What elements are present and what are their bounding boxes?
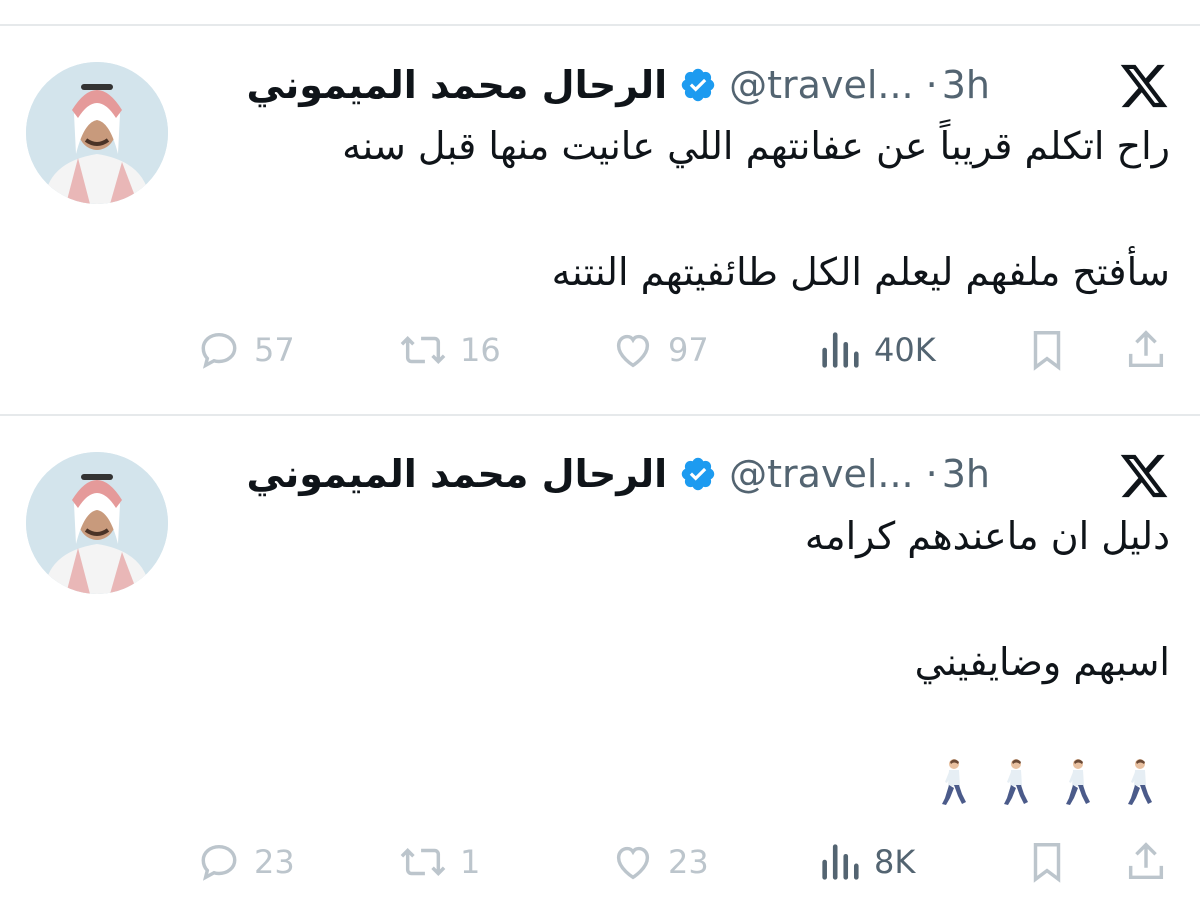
verified-badge-icon — [681, 457, 715, 491]
bookmark-icon — [1033, 843, 1061, 883]
reply-icon — [201, 844, 237, 881]
views-bar-chart-icon — [822, 844, 859, 880]
emoji-row — [936, 758, 1156, 808]
tweet-header: الرحال محمد الميموني @travel... · 3h — [247, 444, 991, 504]
heart-icon — [616, 846, 650, 880]
person-walking-icon — [1066, 759, 1090, 805]
username-handle[interactable]: @travel... — [729, 452, 913, 496]
timestamp[interactable]: 3h — [942, 452, 990, 496]
tweet-2[interactable]: الرحال محمد الميموني @travel... · 3h دلي… — [0, 0, 1200, 912]
person-walking-icon — [1128, 759, 1152, 805]
reply-count: 23 — [254, 843, 295, 881]
retweet-icon — [400, 848, 446, 876]
retweet-count: 1 — [460, 843, 481, 881]
tweet-text-line: دليل ان ماعندهم كرامه — [804, 514, 1170, 558]
avatar[interactable] — [26, 452, 168, 594]
retweet-button[interactable]: 1 — [398, 832, 480, 892]
tweet-text-line: اسبهم وضايفيني — [914, 640, 1170, 684]
like-button[interactable]: 23 — [610, 832, 709, 892]
bookmark-button[interactable] — [1026, 832, 1068, 892]
share-button[interactable] — [1124, 832, 1168, 892]
views-count: 8K — [874, 843, 916, 881]
action-bar: 23 1 23 8K — [0, 832, 1200, 892]
views-button[interactable]: 8K — [818, 832, 915, 892]
share-icon — [1128, 842, 1164, 880]
x-logo-icon — [1120, 454, 1168, 498]
display-name[interactable]: الرحال محمد الميموني — [247, 452, 668, 496]
reply-button[interactable]: 23 — [196, 832, 295, 892]
dot-separator: · — [925, 452, 938, 496]
like-count: 23 — [668, 843, 709, 881]
person-walking-icon — [1004, 759, 1028, 805]
person-walking-icon — [942, 759, 966, 805]
